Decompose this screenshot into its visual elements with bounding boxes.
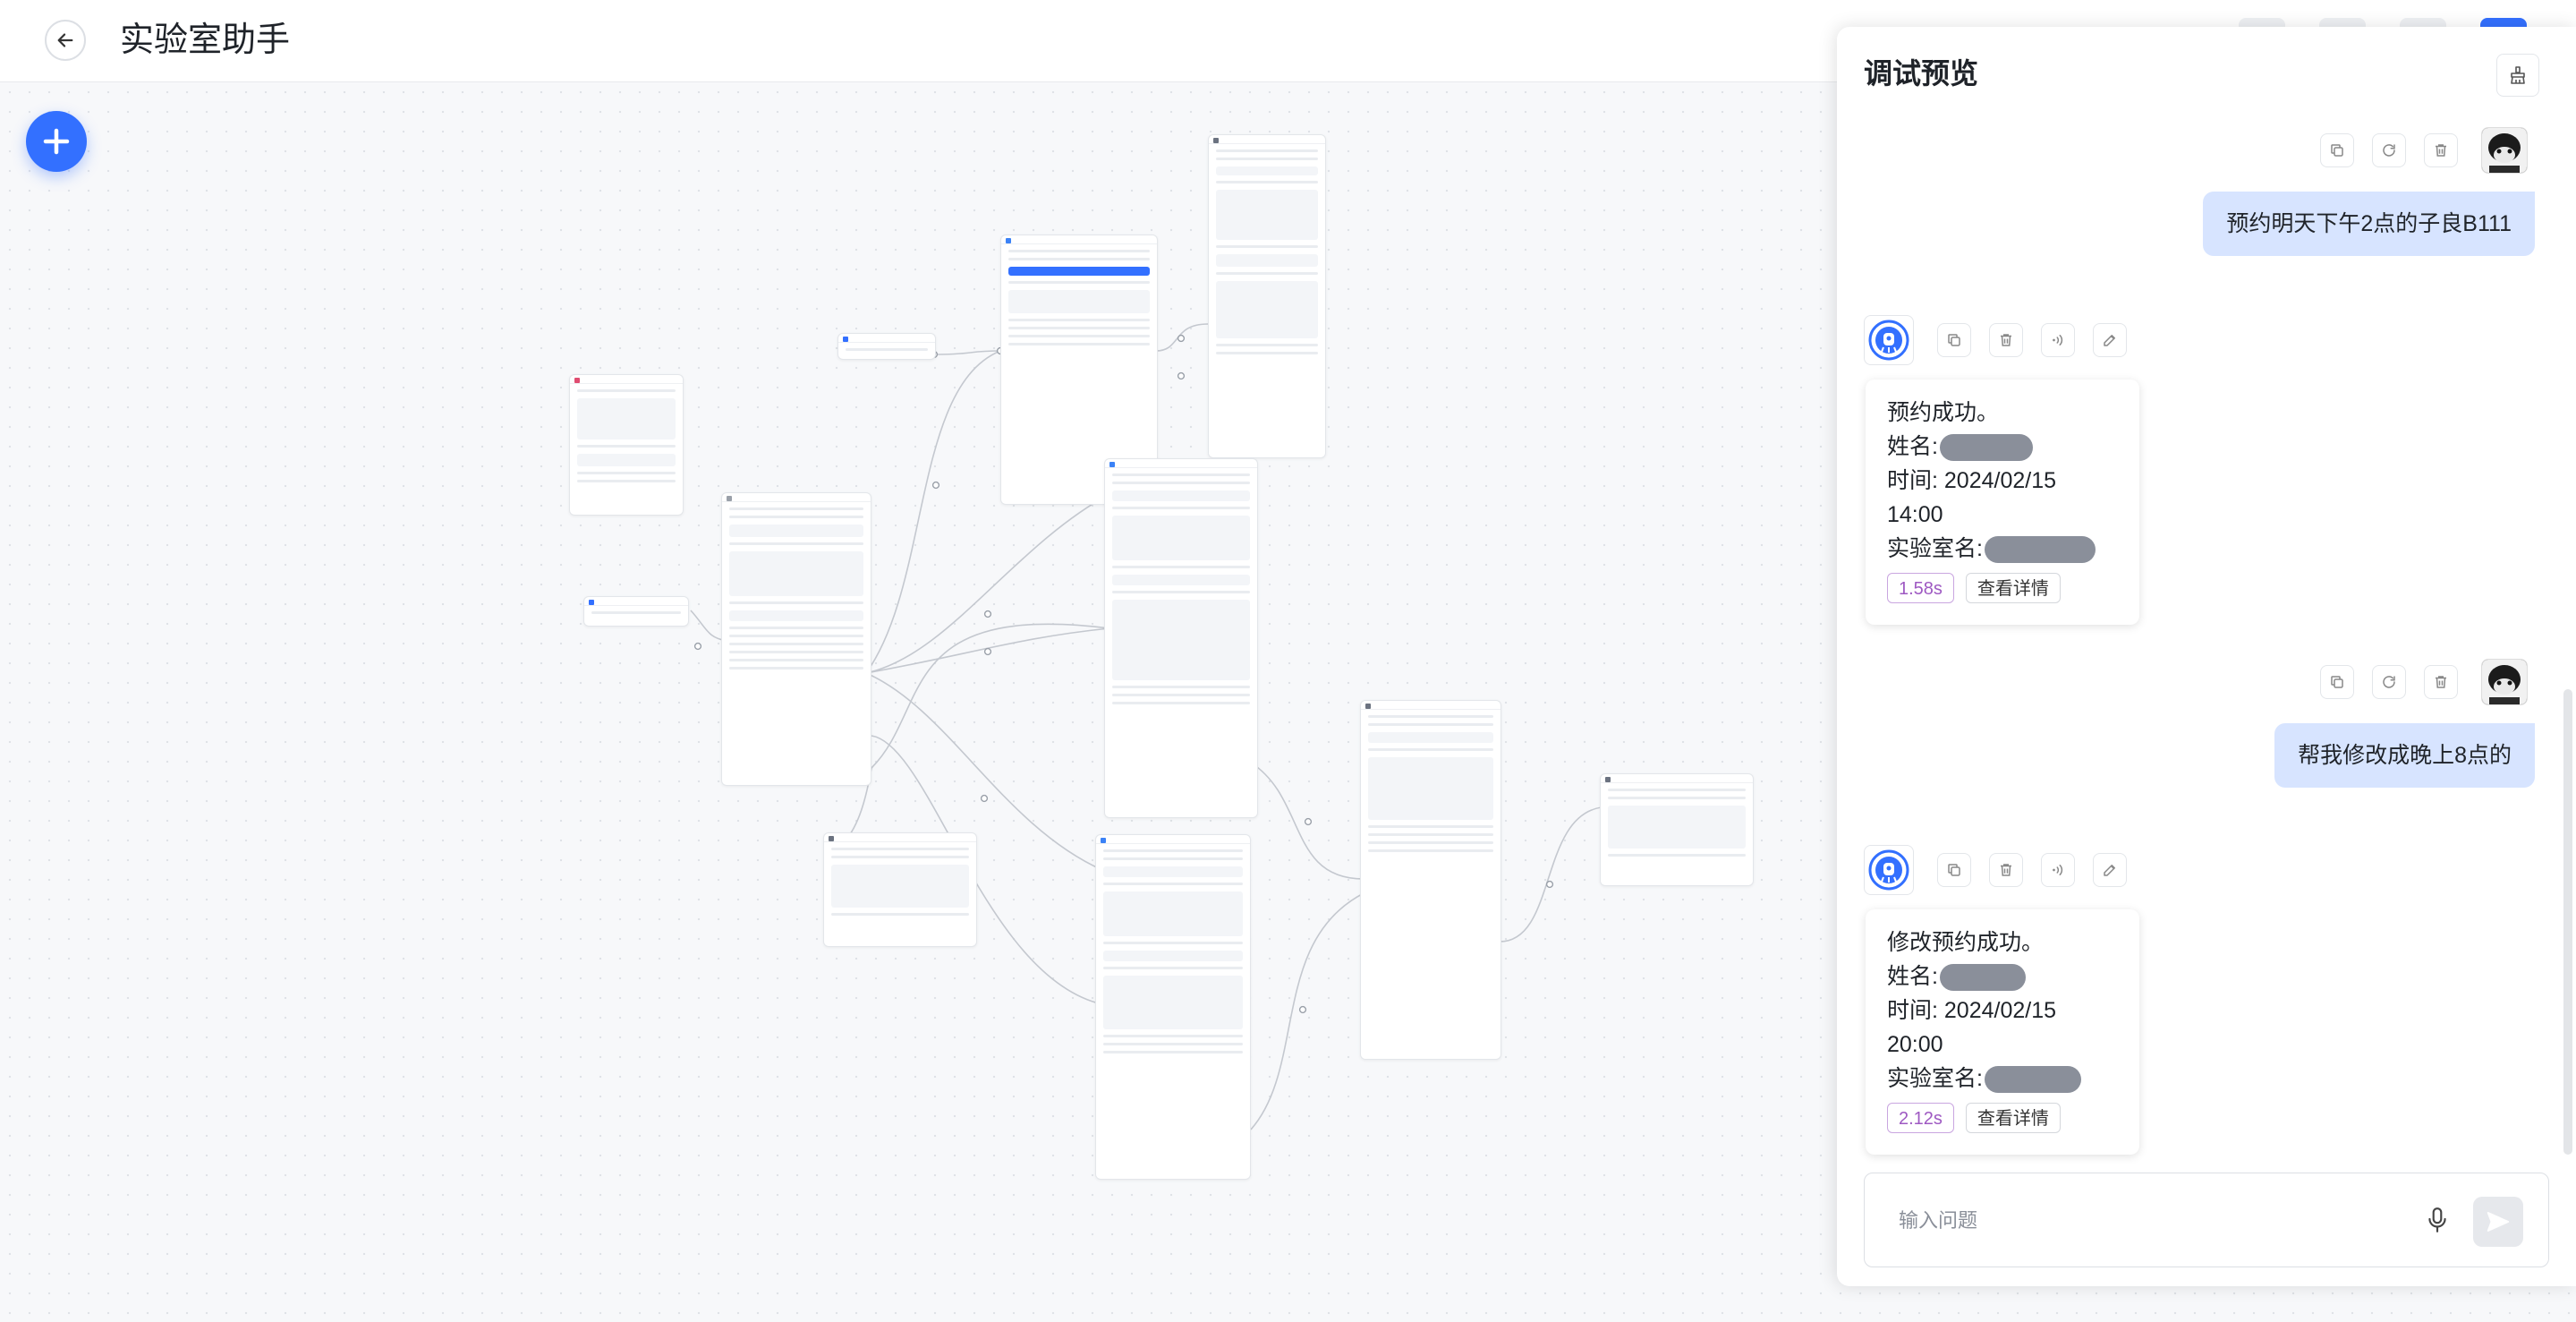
trash-icon xyxy=(2001,334,2011,346)
bot-avatar xyxy=(1864,315,1914,365)
message-line: 修改预约成功。 xyxy=(1887,930,2045,955)
edit-button[interactable] xyxy=(2093,323,2127,357)
robot-logo-icon xyxy=(1868,849,1909,891)
delete-button[interactable] xyxy=(2424,665,2458,699)
message-line-lab: 实验室名: xyxy=(1887,532,2118,566)
node-icon xyxy=(574,378,580,383)
message-line-lab: 实验室名: xyxy=(1887,1062,2118,1096)
redacted-lab xyxy=(1984,1066,2081,1094)
copy-button[interactable] xyxy=(1937,853,1971,887)
workflow-node-extract-2[interactable] xyxy=(1095,834,1251,1180)
copy-button[interactable] xyxy=(2320,665,2354,699)
bot-avatar xyxy=(1864,845,1914,895)
bot-message: 预约成功。 姓名: 时间: 2024/02/15 14:00 实验室名: 1.5… xyxy=(1866,380,2139,625)
response-time-badge: 2.12s xyxy=(1887,1103,1954,1133)
copy-icon xyxy=(2331,676,2343,688)
pencil-icon xyxy=(2104,865,2115,876)
speak-button[interactable] xyxy=(2041,323,2075,357)
workflow-node-extract-1[interactable] xyxy=(1104,458,1258,818)
arrow-left-icon xyxy=(57,33,73,47)
sound-wave-icon xyxy=(2053,335,2063,345)
response-time-badge: 1.58s xyxy=(1887,573,1954,603)
user-avatar xyxy=(2481,659,2528,705)
delete-button[interactable] xyxy=(2424,133,2458,167)
user-message: 预约明天下午2点的子良B111 xyxy=(2203,192,2535,256)
delete-button[interactable] xyxy=(1989,853,2023,887)
copy-icon xyxy=(2331,144,2343,157)
workflow-node-system-config[interactable] xyxy=(569,374,684,516)
broom-clear-icon xyxy=(2511,66,2525,84)
message-line: 时间: 2024/02/15 14:00 xyxy=(1887,468,2057,527)
user-message: 帮我修改成晚上8点的 xyxy=(2274,723,2535,788)
user-avatar-image xyxy=(2482,128,2527,173)
microphone-icon xyxy=(2428,1207,2446,1232)
trash-icon xyxy=(2001,864,2011,876)
trash-icon xyxy=(2436,144,2446,157)
workflow-node-ai-chat[interactable] xyxy=(1208,134,1326,458)
copy-icon xyxy=(1948,864,1960,876)
question-input[interactable] xyxy=(1897,1204,2402,1238)
refresh-icon xyxy=(2383,144,2395,157)
copy-button[interactable] xyxy=(1937,323,1971,357)
send-icon xyxy=(2487,1212,2510,1232)
copy-icon xyxy=(1948,334,1960,346)
message-line: 时间: 2024/02/15 20:00 xyxy=(1887,998,2057,1057)
delete-button[interactable] xyxy=(1989,323,2023,357)
workflow-node-reply[interactable] xyxy=(823,832,977,947)
copy-button[interactable] xyxy=(2320,133,2354,167)
redacted-name xyxy=(1939,434,2033,462)
bot-message: 修改预约成功。 姓名: 时间: 2024/02/15 20:00 实验室名: 2… xyxy=(1866,909,2139,1155)
message-line-name: 姓名: xyxy=(1887,960,2118,994)
add-node-button[interactable] xyxy=(26,111,87,172)
plus-icon xyxy=(43,128,70,155)
message-line: 预约成功。 xyxy=(1887,400,2000,425)
message-line-name: 姓名: xyxy=(1887,430,2118,464)
chat-scrollbar[interactable] xyxy=(2563,689,2572,1155)
workflow-node-start[interactable] xyxy=(583,596,689,627)
refresh-icon xyxy=(2383,676,2395,688)
app-title: 实验室助手 xyxy=(120,21,291,59)
clear-chat-button[interactable] xyxy=(2496,54,2539,97)
regenerate-button[interactable] xyxy=(2372,133,2406,167)
view-details-button[interactable]: 查看详情 xyxy=(1965,1103,2061,1133)
send-button[interactable] xyxy=(2473,1197,2523,1247)
edit-button[interactable] xyxy=(2093,853,2127,887)
chat-input-box xyxy=(1864,1173,2549,1267)
redacted-name xyxy=(1939,964,2026,992)
workflow-edges xyxy=(690,323,1603,1130)
pencil-icon xyxy=(2104,335,2115,346)
panel-title: 调试预览 xyxy=(1864,57,1979,90)
user-avatar-image xyxy=(2482,660,2527,704)
voice-input-button[interactable] xyxy=(2419,1202,2455,1238)
robot-logo-icon xyxy=(1868,320,1909,361)
debug-preview-panel: 调试预览 预约明天下午2点的子良B111 预约成功。 姓名: 时间: 2024/… xyxy=(1837,27,2576,1286)
speak-button[interactable] xyxy=(2041,853,2075,887)
regenerate-button[interactable] xyxy=(2372,665,2406,699)
workflow-node-http-request[interactable] xyxy=(1360,700,1501,1060)
trash-icon xyxy=(2436,676,2446,688)
workflow-node-classify[interactable] xyxy=(721,492,871,786)
workflow-node-reply-2[interactable] xyxy=(1600,773,1754,886)
sound-wave-icon xyxy=(2053,865,2063,875)
workflow-node-start-2[interactable] xyxy=(837,333,936,360)
back-button[interactable] xyxy=(45,20,86,61)
user-avatar xyxy=(2481,127,2528,174)
view-details-button[interactable]: 查看详情 xyxy=(1965,573,2061,603)
redacted-lab xyxy=(1984,536,2096,564)
